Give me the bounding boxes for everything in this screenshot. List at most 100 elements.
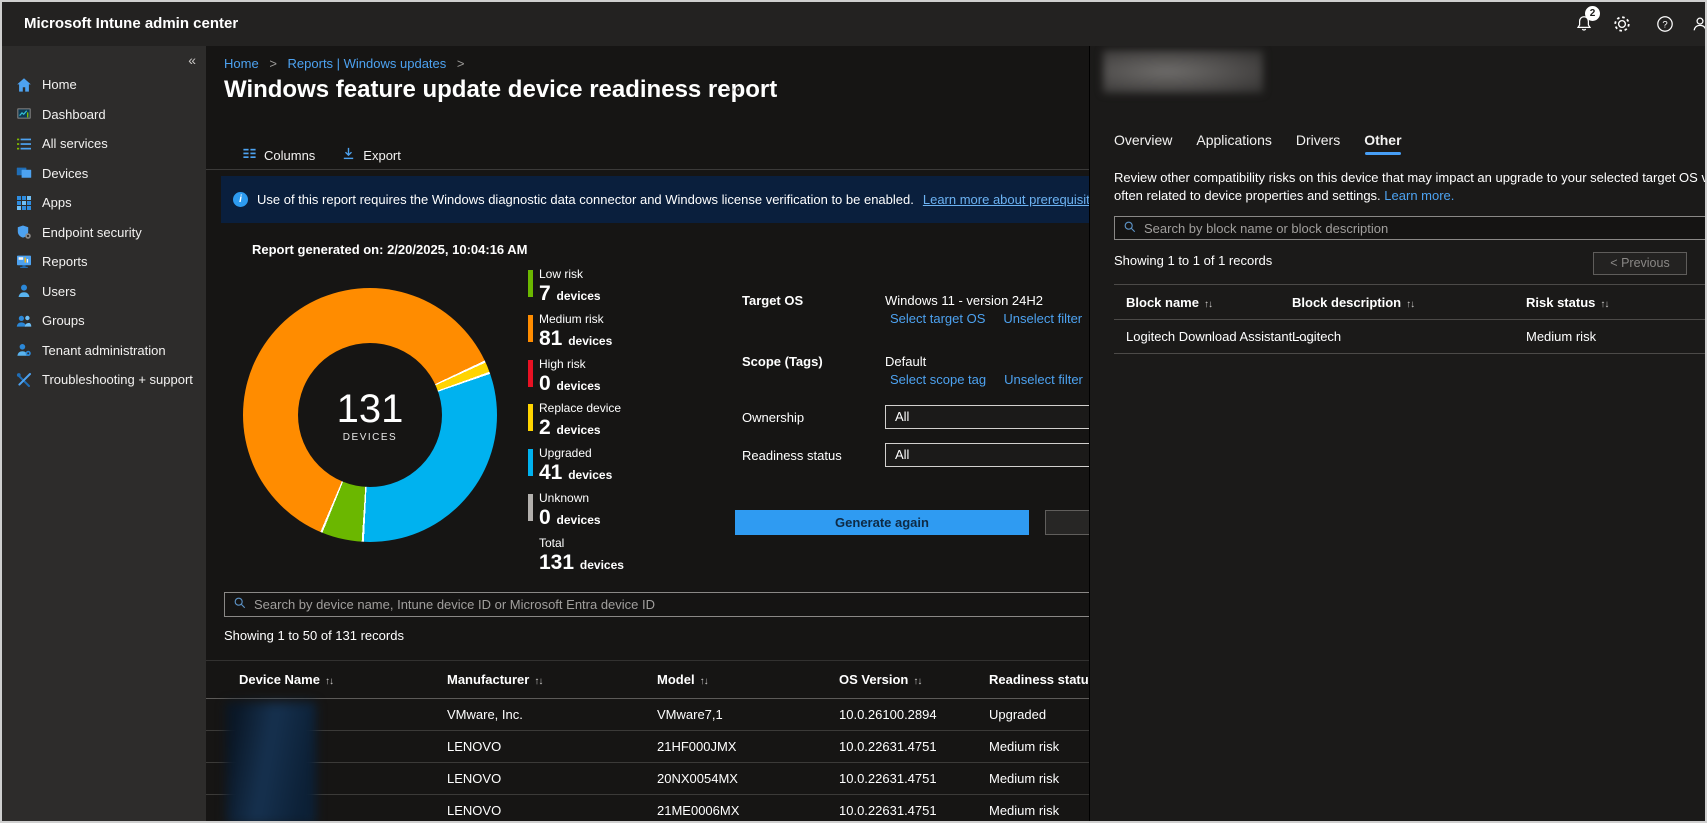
sidebar-collapse-icon[interactable]: « — [188, 52, 196, 68]
column-header-block-description[interactable]: Block description↑↓ — [1292, 285, 1414, 322]
manufacturer-cell: VMware, Inc. — [447, 699, 523, 730]
sidebar-item-label: Groups — [42, 313, 85, 328]
toolbar: Columns Export — [242, 146, 401, 164]
columns-button[interactable]: Columns — [242, 146, 315, 164]
legend-value: 7 devices — [539, 281, 624, 309]
os-version-cell: 10.0.22631.4751 — [839, 731, 937, 762]
legend-color-high-risk — [528, 360, 533, 387]
sidebar-item-home[interactable]: Home — [2, 70, 206, 100]
account-person-icon[interactable] — [1691, 15, 1707, 33]
home-icon — [16, 77, 32, 93]
table-row[interactable]: LENOVO21ME0006MX10.0.22631.4751Medium ri… — [206, 795, 1089, 823]
export-button[interactable]: Export — [341, 146, 401, 164]
manufacturer-cell: LENOVO — [447, 795, 501, 823]
target-os-links: Select target OS Unselect filter — [890, 311, 1082, 326]
sort-icon[interactable]: ↑↓ — [534, 676, 542, 687]
sort-icon[interactable]: ↑↓ — [913, 676, 921, 687]
table-row[interactable]: VMware, Inc.VMware7,110.0.26100.2894Upgr… — [206, 699, 1089, 731]
sort-icon[interactable]: ↑↓ — [1600, 299, 1608, 310]
tab-drivers[interactable]: Drivers — [1296, 132, 1340, 148]
column-header-readiness-status[interactable]: Readiness status↑↓ — [989, 661, 1089, 701]
panel-description-line1: Review other compatibility risks on this… — [1114, 169, 1707, 187]
intune-admin-center-window: Microsoft Intune admin center 2 ? « Home… — [0, 0, 1707, 823]
app-title: Microsoft Intune admin center — [24, 2, 238, 46]
troubleshooting-icon — [16, 372, 32, 388]
learn-more-prerequisites-link[interactable]: Learn more about prerequisites. — [923, 192, 1089, 207]
sort-icon[interactable]: ↑↓ — [700, 676, 708, 687]
manufacturer-cell: LENOVO — [447, 731, 501, 762]
help-icon[interactable]: ? — [1656, 15, 1674, 33]
sort-icon[interactable]: ↑↓ — [1204, 299, 1212, 310]
panel-description-line2: often related to device properties and s… — [1114, 188, 1381, 203]
legend-value: 131 devices — [539, 550, 624, 578]
sidebar-item-devices[interactable]: Devices — [2, 159, 206, 189]
ownership-select[interactable]: All — [885, 405, 1089, 429]
sidebar-item-tenant-administration[interactable]: Tenant administration — [2, 336, 206, 366]
export-download-icon — [341, 146, 356, 164]
risk-status-cell: Medium risk — [1526, 320, 1596, 353]
legend-item-replace-device: Replace device2 devices — [528, 402, 624, 447]
sidebar-item-label: Reports — [42, 254, 88, 269]
sidebar-item-troubleshooting-support[interactable]: Troubleshooting + support — [2, 365, 206, 395]
settings-gear-icon[interactable] — [1613, 15, 1631, 33]
device-search-input[interactable] — [254, 597, 1089, 612]
sidebar-item-apps[interactable]: Apps — [2, 188, 206, 218]
column-header-os-version[interactable]: OS Version↑↓ — [839, 661, 921, 701]
notification-badge: 2 — [1585, 6, 1600, 21]
legend-value: 81 devices — [539, 326, 624, 354]
more-menu-button[interactable]: ··· — [726, 82, 742, 97]
scope-unselect-filter-link[interactable]: Unselect filter — [1004, 372, 1083, 387]
block-search-input[interactable] — [1144, 221, 1705, 236]
ownership-label: Ownership — [742, 410, 804, 425]
column-header-block-name[interactable]: Block name↑↓ — [1126, 285, 1212, 322]
tab-other[interactable]: Other — [1364, 132, 1401, 148]
donut-center: 131 DEVICES — [298, 343, 442, 487]
sidebar-item-endpoint-security[interactable]: Endpoint security — [2, 218, 206, 248]
column-header-device-name[interactable]: Device Name↑↓ — [239, 661, 333, 701]
sidebar-item-reports[interactable]: Reports — [2, 247, 206, 277]
sidebar-item-users[interactable]: Users — [2, 277, 206, 307]
tab-applications[interactable]: Applications — [1196, 132, 1272, 148]
block-search-box — [1114, 216, 1707, 240]
table-row[interactable]: LENOVO20NX0054MX10.0.22631.4751Medium ri… — [206, 763, 1089, 795]
readiness-status-select[interactable]: All — [885, 443, 1089, 467]
select-scope-tag-link[interactable]: Select scope tag — [890, 372, 986, 387]
os-version-cell: 10.0.22631.4751 — [839, 795, 937, 823]
legend-color-unknown — [528, 494, 533, 521]
block-table-row[interactable]: Logitech Download Assistant - ...Logitec… — [1114, 320, 1707, 354]
column-header-risk-status[interactable]: Risk status↑↓ — [1526, 285, 1608, 322]
sidebar-item-label: Troubleshooting + support — [42, 372, 193, 387]
readiness-status-cell: Medium risk — [989, 731, 1059, 762]
sidebar-item-dashboard[interactable]: Dashboard — [2, 100, 206, 130]
svg-text:?: ? — [1662, 19, 1667, 30]
tab-overview[interactable]: Overview — [1114, 132, 1172, 148]
column-header-manufacturer[interactable]: Manufacturer↑↓ — [447, 661, 542, 701]
target-os-unselect-filter-link[interactable]: Unselect filter — [1003, 311, 1082, 326]
learn-more-link[interactable]: Learn more. — [1384, 188, 1454, 203]
panel-description: Review other compatibility risks on this… — [1114, 169, 1707, 204]
sidebar-item-label: Apps — [42, 195, 72, 210]
redacted-device-title — [1103, 50, 1263, 93]
legend-item-low-risk: Low risk7 devices — [528, 268, 624, 313]
legend-label: Low risk — [539, 268, 624, 281]
sidebar-item-groups[interactable]: Groups — [2, 306, 206, 336]
scope-tags-links: Select scope tag Unselect filter — [890, 372, 1083, 387]
table-row[interactable]: LENOVO21HF000JMX10.0.22631.4751Medium ri… — [206, 731, 1089, 763]
sidebar-item-label: Devices — [42, 166, 88, 181]
previous-page-button[interactable]: < Previous — [1593, 252, 1687, 275]
breadcrumb-reports-windows-updates[interactable]: Reports | Windows updates — [288, 56, 447, 71]
sort-icon[interactable]: ↑↓ — [325, 676, 333, 687]
column-header-model[interactable]: Model↑↓ — [657, 661, 708, 701]
breadcrumb: Home > Reports | Windows updates > — [224, 56, 471, 71]
select-target-os-link[interactable]: Select target OS — [890, 311, 985, 326]
device-search-box — [224, 592, 1089, 617]
all-services-icon — [16, 136, 32, 152]
secondary-action-button[interactable] — [1045, 510, 1089, 535]
model-cell: VMware7,1 — [657, 699, 723, 730]
breadcrumb-home[interactable]: Home — [224, 56, 259, 71]
search-icon — [1123, 220, 1137, 237]
generate-again-button[interactable]: Generate again — [735, 510, 1029, 535]
sidebar-item-all-services[interactable]: All services — [2, 129, 206, 159]
top-bar: Microsoft Intune admin center 2 ? — [2, 2, 1705, 46]
sort-icon[interactable]: ↑↓ — [1406, 299, 1414, 310]
